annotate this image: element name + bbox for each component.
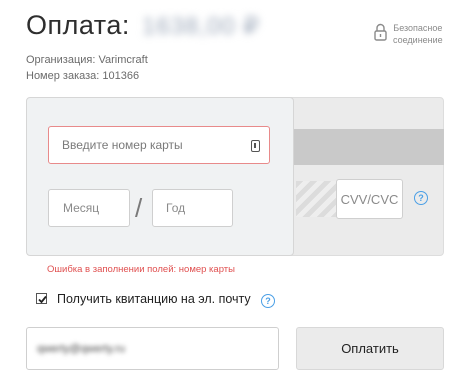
card-number-placeholder: Введите номер карты: [62, 138, 183, 152]
secure-label-line1: Безопасное: [393, 23, 443, 33]
magnetic-stripe: [293, 129, 444, 165]
order-number-info: Номер заказа: 101366: [26, 70, 140, 82]
card-number-input[interactable]: Введите номер карты: [48, 126, 270, 164]
pay-button[interactable]: Оплатить: [296, 327, 444, 370]
expiry-year-input[interactable]: Год: [152, 189, 233, 227]
email-value: qwerty@qwerty.ru: [37, 342, 125, 355]
expiry-separator: /: [135, 193, 143, 223]
organization-info: Организация: Varimcraft: [26, 54, 148, 66]
secure-label-line2: соединение: [393, 35, 443, 45]
page-title: Оплата:: [26, 10, 130, 40]
checkbox-checked-icon: [38, 295, 47, 304]
email-input[interactable]: qwerty@qwerty.ru: [26, 327, 279, 370]
signature-strip: [296, 181, 336, 217]
secure-connection-badge: Безопасное соединение: [374, 22, 443, 46]
error-message: Ошибка в заполнении полей: номер карты: [47, 264, 235, 275]
receipt-checkbox[interactable]: [36, 293, 47, 304]
payment-amount: 1638,00 ₽: [142, 13, 260, 40]
cvv-input[interactable]: CVV/CVC: [336, 179, 403, 219]
card-scan-icon[interactable]: [251, 140, 260, 152]
card-front-panel: [26, 97, 294, 256]
receipt-checkbox-label: Получить квитанцию на эл. почту: [57, 292, 251, 306]
lock-icon: [374, 23, 387, 41]
help-icon[interactable]: ?: [414, 191, 428, 205]
expiry-month-input[interactable]: Месяц: [48, 189, 130, 227]
help-icon[interactable]: ?: [261, 294, 275, 308]
